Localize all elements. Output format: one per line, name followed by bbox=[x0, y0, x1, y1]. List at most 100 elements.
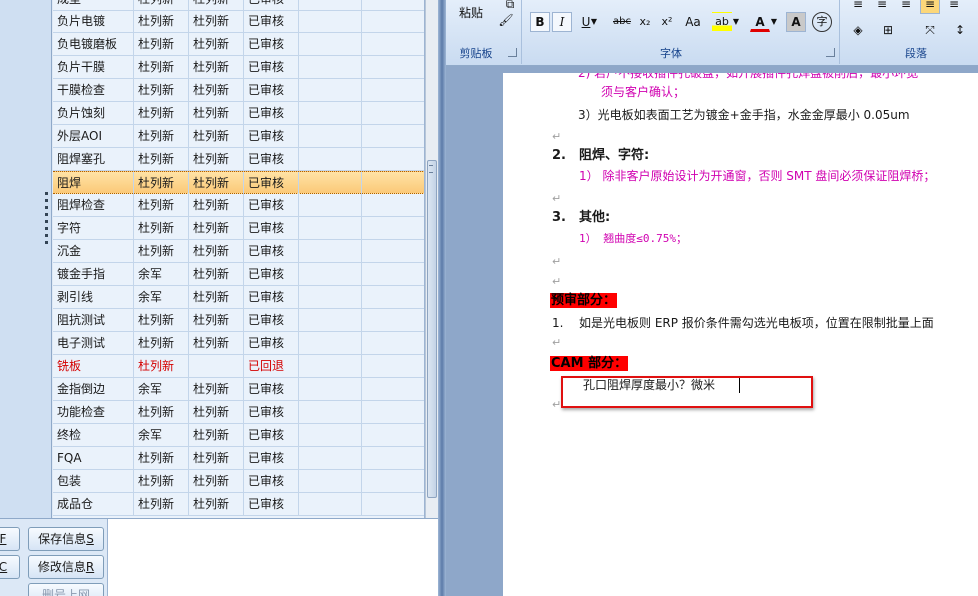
cell-step: 铣板 bbox=[53, 355, 134, 377]
align-left-icon[interactable]: ≡ bbox=[848, 0, 868, 14]
table-row[interactable]: 铣板 杜列新 已回退 bbox=[53, 355, 424, 378]
table-row[interactable]: 负电镀磨板 杜列新 杜列新 已审核 bbox=[53, 33, 424, 56]
cell-reviewer: 杜列新 bbox=[189, 493, 244, 515]
cell-empty bbox=[299, 493, 362, 515]
table-row[interactable]: 成品仓 杜列新 杜列新 已审核 bbox=[53, 493, 424, 516]
group-divider bbox=[521, 0, 522, 64]
table-row[interactable]: 干膜检查 杜列新 杜列新 已审核 bbox=[53, 79, 424, 102]
cam-heading-text: CAM 部分： bbox=[550, 356, 629, 371]
save-info-key: S bbox=[86, 532, 94, 546]
paste-button[interactable]: 粘贴 bbox=[456, 3, 486, 25]
table-row[interactable]: 阻焊检查 杜列新 杜列新 已审核 bbox=[53, 194, 424, 217]
highlight-button[interactable]: ab bbox=[712, 12, 732, 32]
paste-label: 粘贴 bbox=[458, 6, 483, 20]
cell-empty bbox=[299, 447, 362, 469]
font-color-dropdown-icon[interactable]: ▼ bbox=[769, 12, 779, 32]
table-row[interactable]: 阻焊塞孔 杜列新 杜列新 已审核 bbox=[53, 148, 424, 171]
action-button-panel: F 保存信息S C 修改信息R 删号上网 bbox=[0, 519, 108, 596]
subscript-button[interactable]: x₂ bbox=[635, 12, 655, 32]
superscript-button[interactable]: x² bbox=[657, 12, 677, 32]
cell-status: 已审核 bbox=[244, 470, 299, 492]
table-row[interactable]: 剥引线 余军 杜列新 已审核 bbox=[53, 286, 424, 309]
pre-review-item: 如是光电板则 ERP 报价条件需勾选光电板项，位置在限制批量上面 bbox=[579, 316, 934, 330]
cell-reviewer: 杜列新 bbox=[189, 79, 244, 101]
highlight-dropdown-icon[interactable]: ▼ bbox=[731, 12, 741, 32]
table-row[interactable]: 负片电镀 杜列新 杜列新 已审核 bbox=[53, 10, 424, 33]
partial-button-f[interactable]: F bbox=[0, 527, 20, 551]
process-grid[interactable]: 成型 杜列新 杜列新 已审核 负片电镀杜列新杜列新已审核负电镀磨板杜列新杜列新已… bbox=[53, 0, 425, 518]
section-2-number: 2. bbox=[552, 148, 566, 163]
table-row[interactable]: 电子测试 杜列新 杜列新 已审核 bbox=[53, 332, 424, 355]
cell-status: 已审核 bbox=[244, 33, 299, 55]
erp-window: 成型 杜列新 杜列新 已审核 负片电镀杜列新杜列新已审核负电镀磨板杜列新杜列新已… bbox=[0, 0, 438, 596]
partial-button-c[interactable]: C bbox=[0, 555, 20, 579]
cell-step: 包装 bbox=[53, 470, 134, 492]
partial-bottom-button[interactable]: 删号上网 bbox=[28, 583, 104, 596]
font-color-button[interactable]: A bbox=[750, 12, 770, 32]
change-case-button[interactable]: Aa bbox=[680, 12, 706, 32]
table-row[interactable]: FQA 杜列新 杜列新 已审核 bbox=[53, 447, 424, 470]
align-right-icon[interactable]: ≡ bbox=[896, 0, 916, 14]
table-row[interactable]: 沉金 杜列新 杜列新 已审核 bbox=[53, 240, 424, 263]
cell-empty bbox=[299, 148, 362, 170]
cell-step: 镀金手指 bbox=[53, 263, 134, 285]
cell-operator: 杜列新 bbox=[134, 56, 189, 78]
pre-review-heading-text: 预审部分： bbox=[550, 293, 618, 308]
doc-line-partial-2: 须与客户确认； bbox=[601, 85, 686, 99]
section-3-item: 1） 翘曲度≤0.75%； bbox=[579, 232, 687, 245]
distributed-icon[interactable]: ≡ bbox=[944, 0, 964, 14]
cell-step: 剥引线 bbox=[53, 286, 134, 308]
table-row[interactable]: 负片干膜 杜列新 杜列新 已审核 bbox=[53, 56, 424, 79]
table-row[interactable]: 负片蚀刻 杜列新 杜列新 已审核 bbox=[53, 102, 424, 125]
text-direction-icon[interactable]: ⤧ bbox=[920, 20, 940, 40]
table-row[interactable]: 包装 杜列新 杜列新 已审核 bbox=[53, 470, 424, 493]
cam-heading: CAM 部分： bbox=[550, 355, 629, 372]
italic-button[interactable]: I bbox=[552, 12, 572, 32]
pre-review-item-number: 1. bbox=[552, 316, 564, 330]
table-row[interactable]: 功能检查 杜列新 杜列新 已审核 bbox=[53, 401, 424, 424]
table-row[interactable]: 金指倒边 余军 杜列新 已审核 bbox=[53, 378, 424, 401]
font-group-label: 字体 bbox=[660, 47, 682, 60]
cell-operator: 杜列新 bbox=[134, 217, 189, 239]
underline-dropdown-icon[interactable]: ▼ bbox=[589, 12, 599, 32]
strikethrough-button[interactable]: abc bbox=[610, 12, 634, 32]
borders-icon[interactable]: ⊞ bbox=[878, 20, 898, 40]
align-center-icon[interactable]: ≡ bbox=[872, 0, 892, 14]
cell-operator: 杜列新 bbox=[134, 332, 189, 354]
cell-operator: 杜列新 bbox=[134, 493, 189, 515]
clipboard-launcher-icon[interactable] bbox=[508, 48, 517, 57]
grid-vertical-scrollbar[interactable] bbox=[425, 0, 438, 518]
font-launcher-icon[interactable] bbox=[826, 48, 835, 57]
enclose-characters-button[interactable]: 字 bbox=[812, 12, 832, 32]
cell-operator: 余军 bbox=[134, 263, 189, 285]
paragraph-mark: ↵ bbox=[552, 398, 562, 411]
doc-line-3: 3）光电板如表面工艺为镀金+金手指，水金金厚最小 0.05um bbox=[578, 108, 910, 122]
cell-reviewer bbox=[189, 355, 244, 377]
cell-empty bbox=[362, 56, 424, 78]
document-page[interactable]: 2) 若户不接收插件孔破盘，如开展插件孔焊盘被削后，最小环宽 须与客户确认； 3… bbox=[503, 73, 978, 596]
table-row[interactable]: 镀金手指 余军 杜列新 已审核 bbox=[53, 263, 424, 286]
bold-button[interactable]: B bbox=[530, 12, 550, 32]
justify-icon[interactable]: ≡ bbox=[920, 0, 940, 14]
table-row[interactable]: 字符 杜列新 杜列新 已审核 bbox=[53, 217, 424, 240]
sort-icon[interactable]: ↕ bbox=[950, 20, 970, 40]
cell-reviewer: 杜列新 bbox=[189, 263, 244, 285]
cell-empty bbox=[362, 172, 424, 194]
format-painter-icon[interactable]: 🖌 bbox=[496, 10, 516, 30]
table-row[interactable]: 终检 余军 杜列新 已审核 bbox=[53, 424, 424, 447]
panel-splitter-grip[interactable] bbox=[44, 192, 50, 272]
cell-empty bbox=[362, 79, 424, 101]
character-shading-button[interactable]: A bbox=[786, 12, 806, 32]
cell-empty bbox=[299, 470, 362, 492]
cell-empty bbox=[362, 217, 424, 239]
save-info-label: 保存信息 bbox=[38, 532, 87, 546]
scrollbar-thumb[interactable] bbox=[427, 160, 437, 498]
word-window: 粘贴 ⧉ 🖌 剪贴板 B I U ▼ abc x₂ x² Aa ab ▼ A ▼… bbox=[446, 0, 978, 596]
shading-icon[interactable]: ◈ bbox=[848, 20, 868, 40]
cell-step: 负片蚀刻 bbox=[53, 102, 134, 124]
table-row[interactable]: 阻抗测试 杜列新 杜列新 已审核 bbox=[53, 309, 424, 332]
edit-info-button[interactable]: 修改信息R bbox=[28, 555, 104, 579]
save-info-button[interactable]: 保存信息S bbox=[28, 527, 104, 551]
table-row[interactable]: 阻焊 杜列新 杜列新 已审核 bbox=[53, 171, 424, 194]
table-row[interactable]: 外层AOI 杜列新 杜列新 已审核 bbox=[53, 125, 424, 148]
